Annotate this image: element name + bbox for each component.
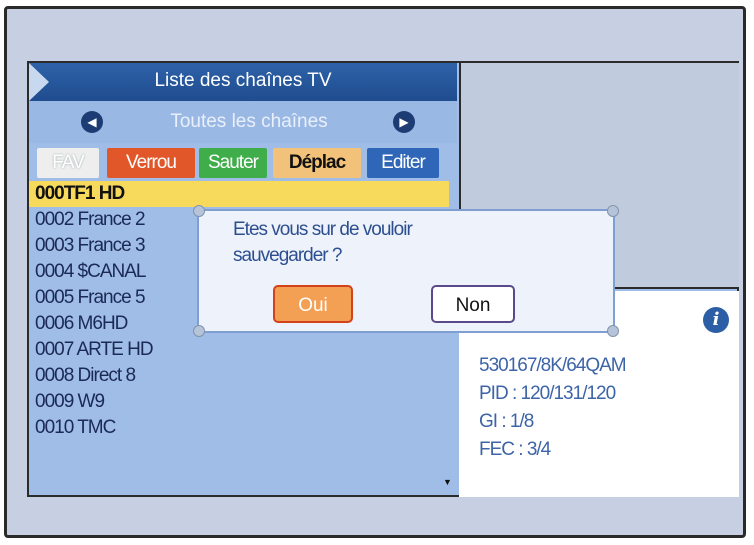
dialog-corner-icon bbox=[607, 325, 619, 337]
yes-button[interactable]: Oui bbox=[273, 285, 353, 323]
fec-info: FEC : 3/4 bbox=[479, 439, 551, 460]
deplac-button[interactable]: Déplac bbox=[273, 148, 361, 178]
scroll-down-icon[interactable]: ▼ bbox=[443, 477, 452, 487]
screen-frame: Liste des chaînes TV ◀ Toutes les chaîne… bbox=[4, 6, 746, 538]
dialog-message-line2: sauvegarder ? bbox=[233, 245, 342, 266]
dialog-corner-icon bbox=[607, 205, 619, 217]
channel-row[interactable]: 0007 ARTE HD bbox=[29, 337, 449, 363]
channel-row-selected[interactable]: 000TF1 HD bbox=[29, 181, 449, 207]
title-bar: Liste des chaînes TV bbox=[29, 63, 457, 102]
channel-row[interactable]: 0010 TMC bbox=[29, 415, 449, 441]
sauter-button[interactable]: Sauter bbox=[199, 148, 267, 178]
save-confirm-dialog: Etes vous sur de vouloir sauvegarder ? O… bbox=[193, 205, 619, 337]
verrou-button[interactable]: Verrou bbox=[107, 148, 195, 178]
dialog-corner-icon bbox=[193, 325, 205, 337]
pid-info: PID : 120/131/120 bbox=[479, 383, 616, 404]
channel-row[interactable]: 0009 W9 bbox=[29, 389, 449, 415]
filter-row: ◀ Toutes les chaînes ▶ bbox=[29, 101, 457, 143]
no-button[interactable]: Non bbox=[431, 285, 515, 323]
arrow-left-icon[interactable]: ◀ bbox=[81, 111, 103, 133]
editer-button[interactable]: Editer bbox=[367, 148, 439, 178]
info-icon[interactable]: i bbox=[703, 307, 729, 333]
fav-button[interactable]: FAV bbox=[37, 148, 99, 178]
dialog-message-line1: Etes vous sur de vouloir bbox=[233, 219, 413, 240]
page-title: Liste des chaînes TV bbox=[154, 70, 332, 91]
gi-info: GI : 1/8 bbox=[479, 411, 534, 432]
filter-label: Toutes les chaînes bbox=[170, 111, 328, 132]
arrow-right-icon[interactable]: ▶ bbox=[393, 111, 415, 133]
dialog-message: Etes vous sur de vouloir sauvegarder ? bbox=[233, 217, 573, 269]
frequency-info: 530167/8K/64QAM bbox=[479, 355, 627, 376]
channel-row[interactable]: 0008 Direct 8 bbox=[29, 363, 449, 389]
tv-screen: Liste des chaînes TV ◀ Toutes les chaîne… bbox=[27, 61, 739, 497]
dialog-corner-icon bbox=[193, 205, 205, 217]
color-button-row: FAV Verrou Sauter Déplac Editer bbox=[29, 145, 457, 179]
